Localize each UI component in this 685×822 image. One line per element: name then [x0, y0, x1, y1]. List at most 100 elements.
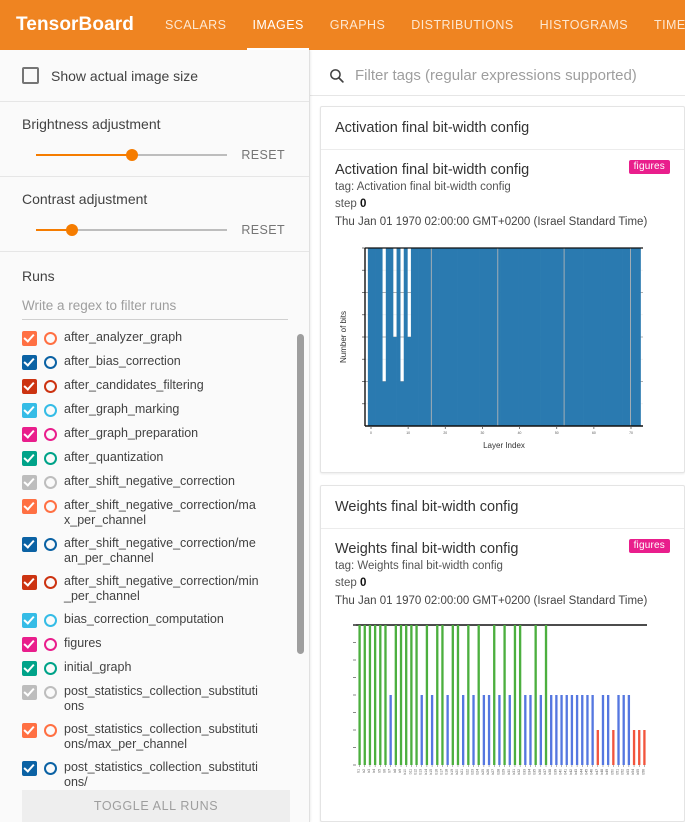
run-list-item[interactable]: bias_correction_computation: [22, 612, 297, 628]
tab-distributions[interactable]: DISTRIBUTIONS: [398, 0, 526, 50]
contrast-slider-knob[interactable]: [66, 224, 79, 236]
run-color-ring-icon[interactable]: [44, 332, 57, 345]
chart-activation-bitwidth[interactable]: 0 10 20 30 40 50 60 70 Number of bits Layer Index: [335, 238, 670, 458]
sidebar: Show actual image size Brightness adjust…: [0, 50, 310, 822]
run-checkbox[interactable]: [22, 451, 37, 466]
run-label: figures: [64, 636, 102, 650]
show-actual-image-size-checkbox[interactable]: Show actual image size: [22, 64, 289, 87]
run-checkbox[interactable]: [22, 637, 37, 652]
run-label: after_candidates_filtering: [64, 378, 204, 392]
run-color-ring-icon[interactable]: [44, 380, 57, 393]
runs-regex-input[interactable]: [22, 296, 288, 320]
run-list-item[interactable]: post_statistics_collection_substitutions…: [22, 760, 297, 790]
run-label: post_statistics_collection_substitutions: [64, 684, 258, 713]
svg-text:b40: b40: [559, 769, 563, 775]
run-color-ring-icon[interactable]: [44, 762, 57, 775]
status-badge-weights: figures: [628, 539, 670, 553]
run-checkbox[interactable]: [22, 427, 37, 442]
svg-text:b3: b3: [367, 769, 371, 773]
run-list-item[interactable]: after_analyzer_graph: [22, 330, 297, 346]
image-tag-activation: tag: Activation final bit-width config: [335, 181, 511, 193]
tab-histograms[interactable]: HISTOGRAMS: [527, 0, 641, 50]
step-value-weights: 0: [359, 577, 367, 589]
run-list-item[interactable]: post_statistics_collection_substitutions: [22, 684, 297, 714]
run-color-ring-icon[interactable]: [44, 724, 57, 737]
run-color-ring-icon[interactable]: [44, 476, 57, 489]
run-checkbox[interactable]: [22, 685, 37, 700]
run-checkbox[interactable]: [22, 403, 37, 418]
run-checkbox[interactable]: [22, 613, 37, 628]
svg-text:70: 70: [629, 431, 633, 435]
run-color-ring-icon[interactable]: [44, 500, 57, 513]
brightness-slider-fill: [36, 154, 132, 156]
svg-text:b44: b44: [579, 769, 583, 775]
svg-text:b45: b45: [584, 769, 588, 775]
run-color-ring-icon[interactable]: [44, 428, 57, 441]
brightness-reset-button[interactable]: RESET: [241, 148, 289, 162]
run-color-ring-icon[interactable]: [44, 662, 57, 675]
run-checkbox[interactable]: [22, 475, 37, 490]
status-badge-activation: figures: [628, 160, 670, 174]
runs-list-scrollbar[interactable]: [297, 334, 304, 654]
run-list-item[interactable]: after_shift_negative_correction/mean_per…: [22, 536, 297, 566]
svg-text:b37: b37: [543, 769, 547, 775]
run-color-ring-icon[interactable]: [44, 404, 57, 417]
run-list-item[interactable]: post_statistics_collection_substitutions…: [22, 722, 297, 752]
run-color-ring-icon[interactable]: [44, 576, 57, 589]
tab-graphs[interactable]: GRAPHS: [317, 0, 399, 50]
run-checkbox[interactable]: [22, 355, 37, 370]
svg-text:b9: b9: [398, 769, 402, 773]
tag-filter-input[interactable]: [353, 66, 675, 85]
run-label: bias_correction_computation: [64, 612, 224, 626]
run-color-ring-icon[interactable]: [44, 686, 57, 699]
brightness-slider-row: RESET: [22, 148, 289, 162]
tab-images[interactable]: IMAGES: [239, 0, 316, 50]
brightness-slider-knob[interactable]: [125, 149, 138, 161]
run-checkbox[interactable]: [22, 537, 37, 552]
svg-text:b7: b7: [388, 769, 392, 773]
run-checkbox[interactable]: [22, 331, 37, 346]
run-checkbox[interactable]: [22, 499, 37, 514]
chart-weights-bitwidth[interactable]: b1 b2 b3 b4 b5 b6 b7 b8 b9 b10 b11 b12 b13 b14 b15 b16 b…: [335, 617, 670, 807]
runs-title: Runs: [22, 268, 55, 284]
run-color-ring-icon[interactable]: [44, 638, 57, 651]
tab-time-series[interactable]: TIME SERIES: [641, 0, 685, 50]
contrast-slider[interactable]: [36, 223, 228, 237]
brightness-slider[interactable]: [36, 148, 228, 162]
run-list-item[interactable]: after_candidates_filtering: [22, 378, 297, 394]
run-list-item[interactable]: after_graph_marking: [22, 402, 297, 418]
run-list-item[interactable]: after_shift_negative_correction/min_per_…: [22, 574, 297, 604]
run-list-item[interactable]: initial_graph: [22, 660, 297, 676]
run-color-ring-icon[interactable]: [44, 538, 57, 551]
svg-text:60: 60: [592, 431, 596, 435]
run-color-ring-icon[interactable]: [44, 356, 57, 369]
contrast-reset-button[interactable]: RESET: [241, 223, 289, 237]
card-header-activation[interactable]: Activation final bit-width config: [321, 107, 684, 150]
image-title-activation: Activation final bit-width config: [335, 162, 530, 178]
tab-scalars[interactable]: SCALARS: [152, 0, 240, 50]
runs-list[interactable]: after_analyzer_graph after_bias_correctio…: [0, 330, 309, 822]
checkbox-box-icon[interactable]: [22, 67, 39, 84]
toggle-all-runs-button[interactable]: TOGGLE ALL RUNS: [22, 790, 290, 822]
run-checkbox[interactable]: [22, 723, 37, 738]
svg-text:50: 50: [555, 431, 559, 435]
run-list-item[interactable]: after_shift_negative_correction: [22, 474, 297, 490]
step-label-weights: step: [335, 577, 357, 589]
brightness-label: Brightness adjustment: [22, 116, 161, 132]
run-color-ring-icon[interactable]: [44, 452, 57, 465]
svg-text:b24: b24: [476, 769, 480, 775]
run-list-item[interactable]: after_quantization: [22, 450, 297, 466]
run-list-item[interactable]: figures: [22, 636, 297, 652]
run-list-item[interactable]: after_bias_correction: [22, 354, 297, 370]
app-brand[interactable]: TensorBoard: [0, 0, 152, 50]
run-list-item[interactable]: after_shift_negative_correction/max_per_…: [22, 498, 297, 528]
run-checkbox[interactable]: [22, 661, 37, 676]
run-label: post_statistics_collection_substitutions…: [64, 722, 258, 751]
card-header-weights[interactable]: Weights final bit-width config: [321, 486, 684, 529]
app-header: TensorBoard SCALARS IMAGES GRAPHS DISTRI…: [0, 0, 685, 50]
run-list-item[interactable]: after_graph_preparation: [22, 426, 297, 442]
run-checkbox[interactable]: [22, 575, 37, 590]
run-checkbox[interactable]: [22, 761, 37, 776]
run-color-ring-icon[interactable]: [44, 614, 57, 627]
run-checkbox[interactable]: [22, 379, 37, 394]
